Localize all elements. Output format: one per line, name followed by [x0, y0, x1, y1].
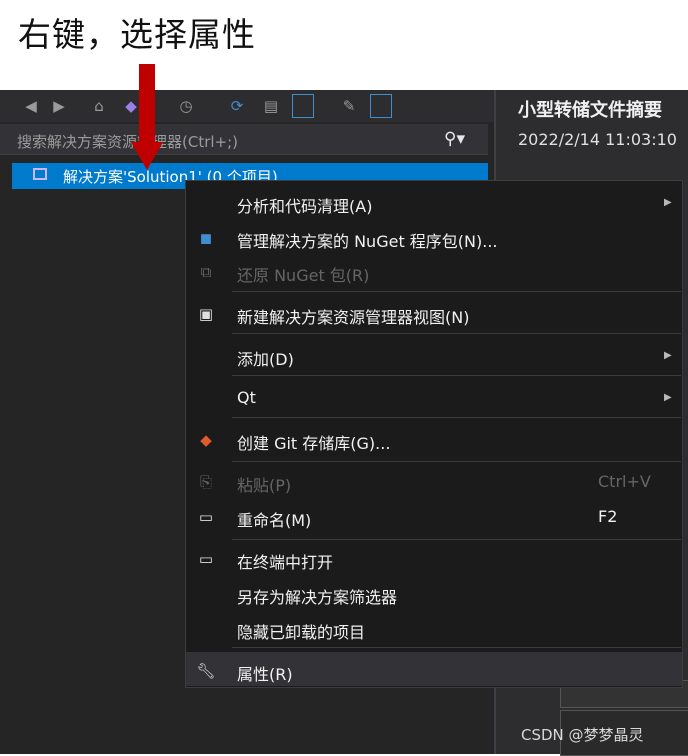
menu-item-save-filter-label: 另存为解决方案筛选器	[237, 588, 398, 607]
vs-solution-icon[interactable]: ◆	[122, 97, 140, 115]
menu-separator	[232, 647, 681, 648]
right-pane-date: 2022/2/14 11:03:10	[518, 130, 677, 149]
menu-item-add-label: 添加(D)	[237, 350, 294, 369]
submenu-arrow-icon: ▶	[664, 350, 672, 361]
submenu-arrow-icon: ▶	[664, 392, 672, 403]
menu-item-git-label: 创建 Git 存储库(G)...	[237, 434, 391, 453]
menu-item-hide-unloaded-label: 隐藏已卸载的项目	[237, 623, 366, 642]
instruction-caption: 右键，选择属性	[18, 15, 256, 54]
collapse-icon[interactable]: ▤	[262, 97, 280, 115]
solution-icon	[33, 168, 47, 180]
menu-separator	[232, 375, 681, 376]
settings-wrench-icon[interactable]: ✎	[340, 97, 358, 115]
menu-separator	[232, 417, 681, 418]
menu-item-open-terminal-label: 在终端中打开	[237, 553, 334, 572]
back-icon[interactable]: ◀	[22, 97, 40, 115]
menu-separator	[232, 333, 681, 334]
menu-item-paste-label: 粘贴(P)	[237, 476, 292, 495]
submenu-arrow-icon: ▶	[664, 197, 672, 208]
menu-item-qt-label: Qt	[237, 388, 256, 407]
menu-item-nuget-manage-label: 管理解决方案的 NuGet 程序包(N)...	[237, 232, 498, 251]
menu-separator	[232, 539, 681, 540]
preview-icon[interactable]	[370, 94, 392, 118]
red-arrow-shaft	[139, 64, 155, 146]
right-pane-title: 小型转储文件摘要	[518, 100, 662, 121]
search-input[interactable]: 搜索解决方案资源管理器(Ctrl+;)	[17, 131, 238, 152]
history-icon[interactable]: ◷	[177, 97, 195, 115]
home-icon[interactable]: ⌂	[90, 97, 108, 115]
menu-item-nuget-restore-label: 还原 NuGet 包(R)	[237, 266, 370, 285]
show-all-files-icon[interactable]	[292, 94, 314, 118]
csdn-watermark: CSDN @梦梦晶灵	[521, 726, 644, 744]
menu-separator	[232, 291, 681, 292]
search-icon[interactable]: ⚲▾	[444, 129, 465, 149]
sync-icon[interactable]: ⟳	[228, 97, 246, 115]
menu-item-properties-label: 属性(R)	[237, 665, 293, 684]
red-arrow-head	[131, 142, 163, 170]
menu-item-new-view-label: 新建解决方案资源管理器视图(N)	[237, 308, 470, 327]
solution-explorer-toolbar	[0, 90, 495, 122]
menu-separator	[232, 461, 681, 462]
menu-item-rename-label: 重命名(M)	[237, 511, 312, 530]
forward-icon[interactable]: ▶	[50, 97, 68, 115]
menu-item-qt[interactable]	[186, 381, 682, 415]
rename-shortcut: F2	[598, 507, 618, 526]
paste-shortcut: Ctrl+V	[598, 472, 651, 491]
menu-item-analyze-label: 分析和代码清理(A)	[237, 197, 373, 216]
